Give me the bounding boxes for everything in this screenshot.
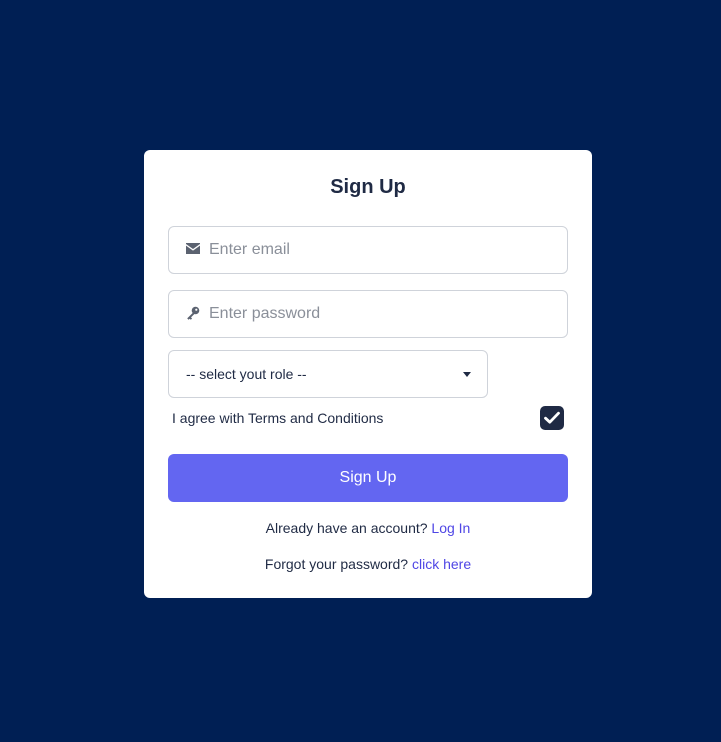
password-field[interactable] — [168, 290, 568, 338]
login-link[interactable]: Log In — [431, 520, 470, 536]
signup-card: Sign Up -- select yout role -- I agree w… — [144, 150, 592, 598]
login-prompt: Already have an account? — [265, 520, 428, 536]
forgot-prompt-line: Forgot your password? click here — [144, 556, 592, 572]
email-input[interactable] — [209, 227, 559, 273]
password-input[interactable] — [209, 291, 559, 337]
email-field[interactable] — [168, 226, 568, 274]
terms-label: I agree with Terms and Conditions — [172, 410, 384, 426]
role-select-value: -- select yout role -- — [186, 366, 307, 382]
chevron-down-icon — [463, 372, 471, 377]
forgot-password-link[interactable]: click here — [412, 556, 471, 572]
login-prompt-line: Already have an account? Log In — [144, 520, 592, 536]
signup-button[interactable]: Sign Up — [168, 454, 568, 502]
role-select[interactable]: -- select yout role -- — [168, 350, 488, 398]
key-icon — [186, 306, 202, 322]
forgot-prompt: Forgot your password? — [264, 556, 409, 572]
check-icon — [544, 411, 560, 424]
envelope-icon — [186, 242, 202, 258]
form-title: Sign Up — [330, 176, 406, 198]
terms-checkbox[interactable] — [540, 406, 564, 430]
